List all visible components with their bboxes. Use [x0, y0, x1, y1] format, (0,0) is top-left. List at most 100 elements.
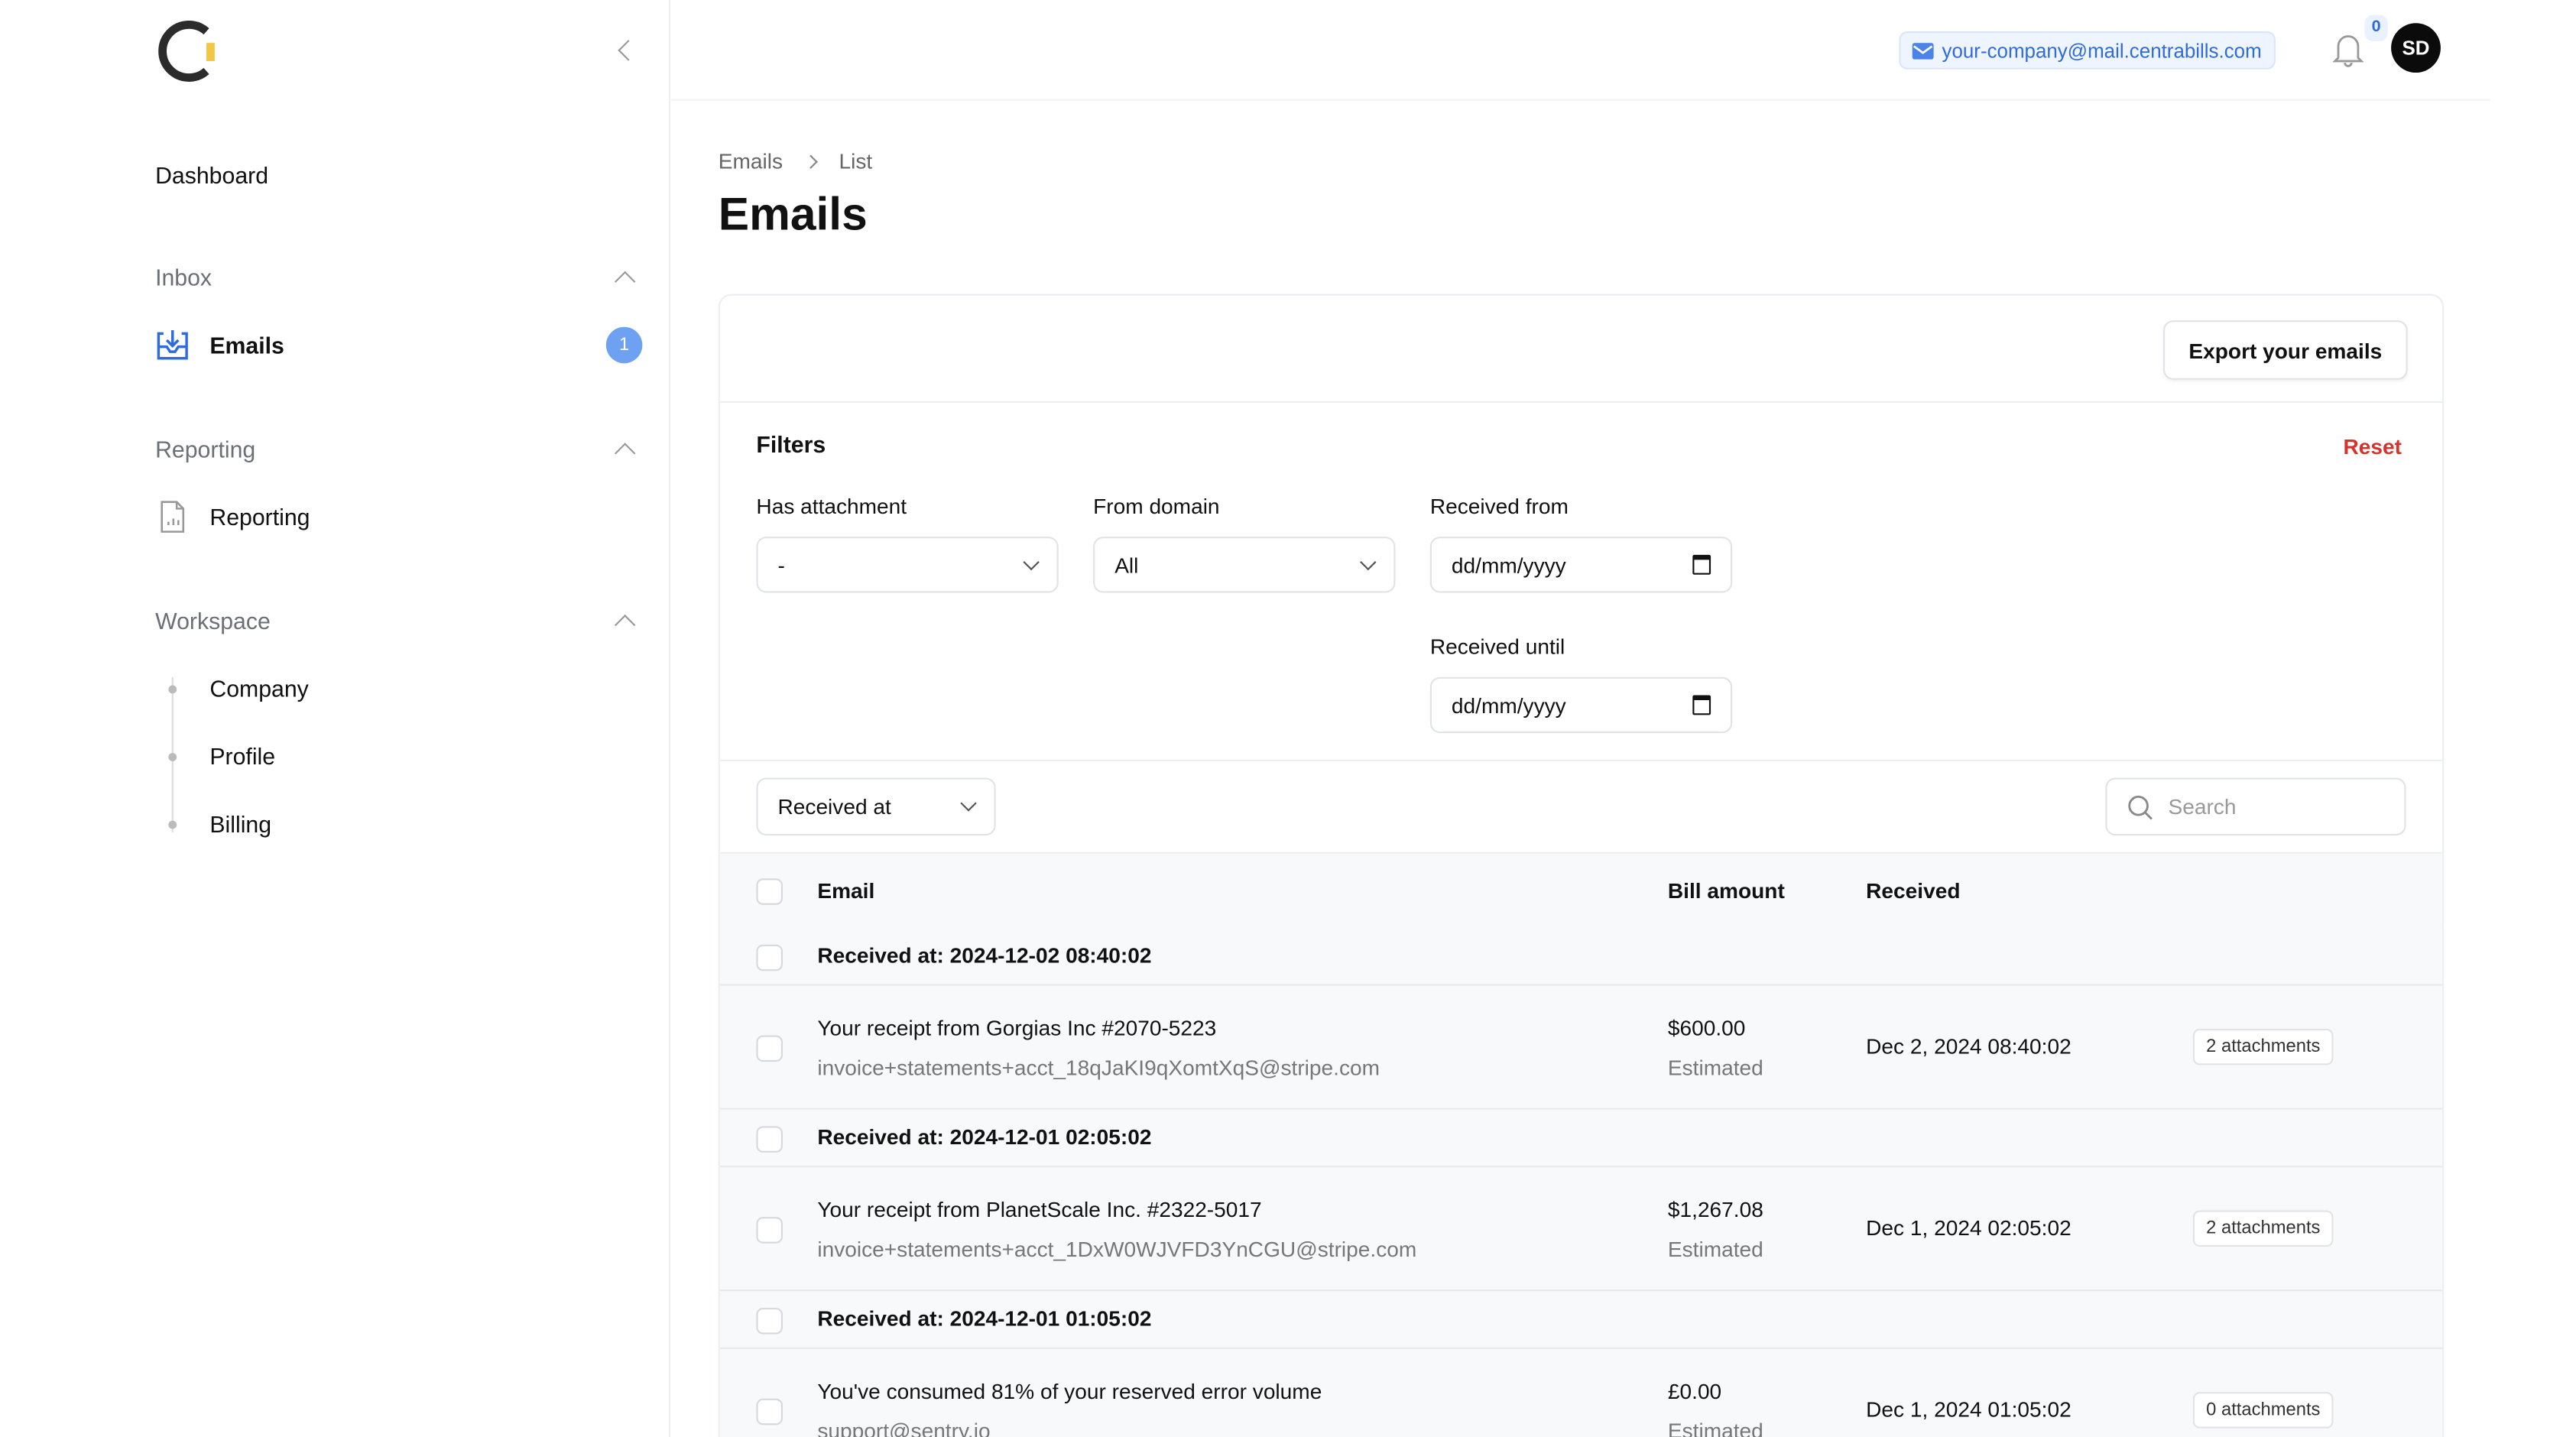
row-checkbox[interactable] — [756, 1035, 783, 1062]
bullet-icon — [168, 820, 177, 829]
filters-title: Filters — [756, 430, 826, 458]
from-domain-select[interactable]: All — [1093, 537, 1396, 593]
export-emails-button[interactable]: Export your emails — [2162, 320, 2408, 380]
section-workspace[interactable]: Workspace — [155, 608, 271, 634]
amount-note: Estimated — [1667, 1055, 1763, 1080]
search-input[interactable]: Search — [2105, 777, 2406, 836]
sidebar-item-reporting[interactable]: Reporting — [155, 501, 310, 534]
bullet-icon — [168, 753, 177, 761]
calendar-icon[interactable] — [1692, 554, 1711, 575]
sidebar-item-company[interactable]: Company — [209, 676, 308, 702]
chevron-up-icon[interactable] — [614, 271, 636, 293]
sidebar-item-billing[interactable]: Billing — [209, 811, 271, 838]
email-subject[interactable]: You've consumed 81% of your reserved err… — [817, 1379, 1322, 1403]
chevron-right-icon — [803, 154, 818, 168]
value: - — [777, 552, 785, 578]
email-subject[interactable]: Your receipt from PlanetScale Inc. #2322… — [817, 1197, 1261, 1221]
bill-amount: $600.00 — [1667, 1015, 1746, 1040]
breadcrumb-list: List — [839, 148, 873, 174]
attachments-badge[interactable]: 2 attachments — [2192, 1028, 2334, 1066]
group-row: Received at: 2024-12-01 01:05:02 — [719, 1291, 2443, 1349]
has-attachment-label: Has attachment — [756, 493, 907, 519]
email-sender: invoice+statements+acct_18qJaKI9qXomtXqS… — [817, 1055, 1380, 1080]
emails-card: Export your emails Filters Reset Has att… — [718, 294, 2445, 1437]
value: All — [1114, 552, 1139, 578]
sort-select[interactable]: Received at — [756, 777, 996, 836]
value: dd/mm/yyyy — [1451, 552, 1566, 578]
group-label: Received at: 2024-12-01 02:05:02 — [817, 1124, 1152, 1150]
has-attachment-select[interactable]: - — [756, 537, 1059, 593]
group-label: Received at: 2024-12-01 01:05:02 — [817, 1306, 1152, 1332]
unread-badge: 1 — [605, 326, 643, 364]
section-inbox[interactable]: Inbox — [155, 264, 212, 291]
attachments-badge[interactable]: 0 attachments — [2192, 1392, 2334, 1429]
email-subject[interactable]: Your receipt from Gorgias Inc #2070-5223 — [817, 1016, 1216, 1040]
chevron-down-icon — [1023, 553, 1040, 570]
from-domain-label: From domain — [1093, 493, 1220, 519]
received-date: Dec 1, 2024 01:05:02 — [1866, 1396, 2072, 1422]
table-row[interactable]: Your receipt from Gorgias Inc #2070-5223… — [719, 985, 2443, 1110]
group-label: Received at: 2024-12-02 08:40:02 — [817, 942, 1152, 968]
inbox-address: your-company@mail.centrabills.com — [1942, 38, 2262, 63]
email-sender: invoice+statements+acct_1DxW0WJVFD3YnCGU… — [817, 1237, 1417, 1262]
collapse-sidebar-button[interactable] — [618, 40, 639, 61]
value: dd/mm/yyyy — [1451, 693, 1566, 718]
divider — [719, 759, 2443, 761]
bell-icon[interactable] — [2331, 31, 2364, 68]
avatar[interactable]: SD — [2391, 23, 2441, 73]
value: Received at — [777, 794, 891, 819]
table-row[interactable]: You've consumed 81% of your reserved err… — [719, 1348, 2443, 1437]
column-email[interactable]: Email — [817, 878, 874, 903]
column-bill-amount[interactable]: Bill amount — [1668, 878, 1785, 903]
group-row: Received at: 2024-12-01 02:05:02 — [719, 1109, 2443, 1168]
chevron-down-icon — [1360, 553, 1377, 570]
select-all-checkbox[interactable] — [756, 878, 783, 905]
attachments-badge[interactable]: 2 attachments — [2192, 1210, 2334, 1247]
label: Emails — [209, 332, 284, 358]
amount-note: Estimated — [1667, 1237, 1763, 1262]
column-received[interactable]: Received — [1866, 878, 1960, 903]
report-file-icon — [161, 501, 185, 533]
amount-note: Estimated — [1667, 1418, 1763, 1437]
bullet-icon — [168, 685, 177, 694]
bill-amount: $1,267.08 — [1667, 1197, 1763, 1222]
breadcrumb: Emails List — [719, 148, 872, 173]
received-until-date-input[interactable]: dd/mm/yyyy — [1429, 676, 1733, 734]
notification-count: 0 — [2364, 15, 2388, 42]
search-icon — [2128, 794, 2153, 819]
email-sender: support@sentry.io — [817, 1418, 991, 1437]
label: Reporting — [209, 503, 310, 530]
label: Dashboard — [155, 161, 269, 189]
mail-icon — [1912, 42, 1934, 59]
inbox-download-icon — [157, 330, 188, 360]
sidebar-item-dashboard[interactable]: Dashboard — [155, 162, 268, 189]
header-divider — [670, 99, 2490, 101]
group-row: Received at: 2024-12-02 08:40:02 — [719, 928, 2443, 986]
sidebar-item-emails[interactable]: Emails — [155, 329, 284, 362]
sidebar-item-profile[interactable]: Profile — [209, 743, 275, 770]
divider — [719, 401, 2443, 404]
group-checkbox[interactable] — [756, 1126, 783, 1153]
row-checkbox[interactable] — [756, 1398, 783, 1426]
received-from-date-input[interactable]: dd/mm/yyyy — [1429, 537, 1733, 593]
section-reporting[interactable]: Reporting — [155, 436, 255, 462]
received-date: Dec 1, 2024 02:05:02 — [1866, 1215, 2072, 1241]
bill-amount: £0.00 — [1667, 1378, 1722, 1404]
chevron-up-icon[interactable] — [614, 614, 636, 636]
group-checkbox[interactable] — [756, 944, 783, 972]
inbox-address-chip[interactable]: your-company@mail.centrabills.com — [1899, 31, 2275, 70]
search-placeholder: Search — [2168, 794, 2237, 819]
group-checkbox[interactable] — [756, 1307, 783, 1335]
page-title: Emails — [718, 188, 868, 240]
table-header: Email Bill amount Received — [719, 851, 2443, 930]
table-row[interactable]: Your receipt from PlanetScale Inc. #2322… — [719, 1167, 2443, 1292]
received-from-label: Received from — [1429, 493, 1569, 519]
received-until-label: Received until — [1429, 634, 1565, 659]
row-checkbox[interactable] — [756, 1217, 783, 1244]
chevron-up-icon[interactable] — [614, 443, 636, 464]
breadcrumb-emails[interactable]: Emails — [719, 148, 783, 173]
reset-filters-link[interactable]: Reset — [2343, 434, 2402, 459]
sidebar: Dashboard Inbox Emails 1 Reporting Repor… — [0, 0, 671, 1437]
calendar-icon[interactable] — [1692, 695, 1711, 715]
chevron-down-icon — [960, 795, 977, 812]
